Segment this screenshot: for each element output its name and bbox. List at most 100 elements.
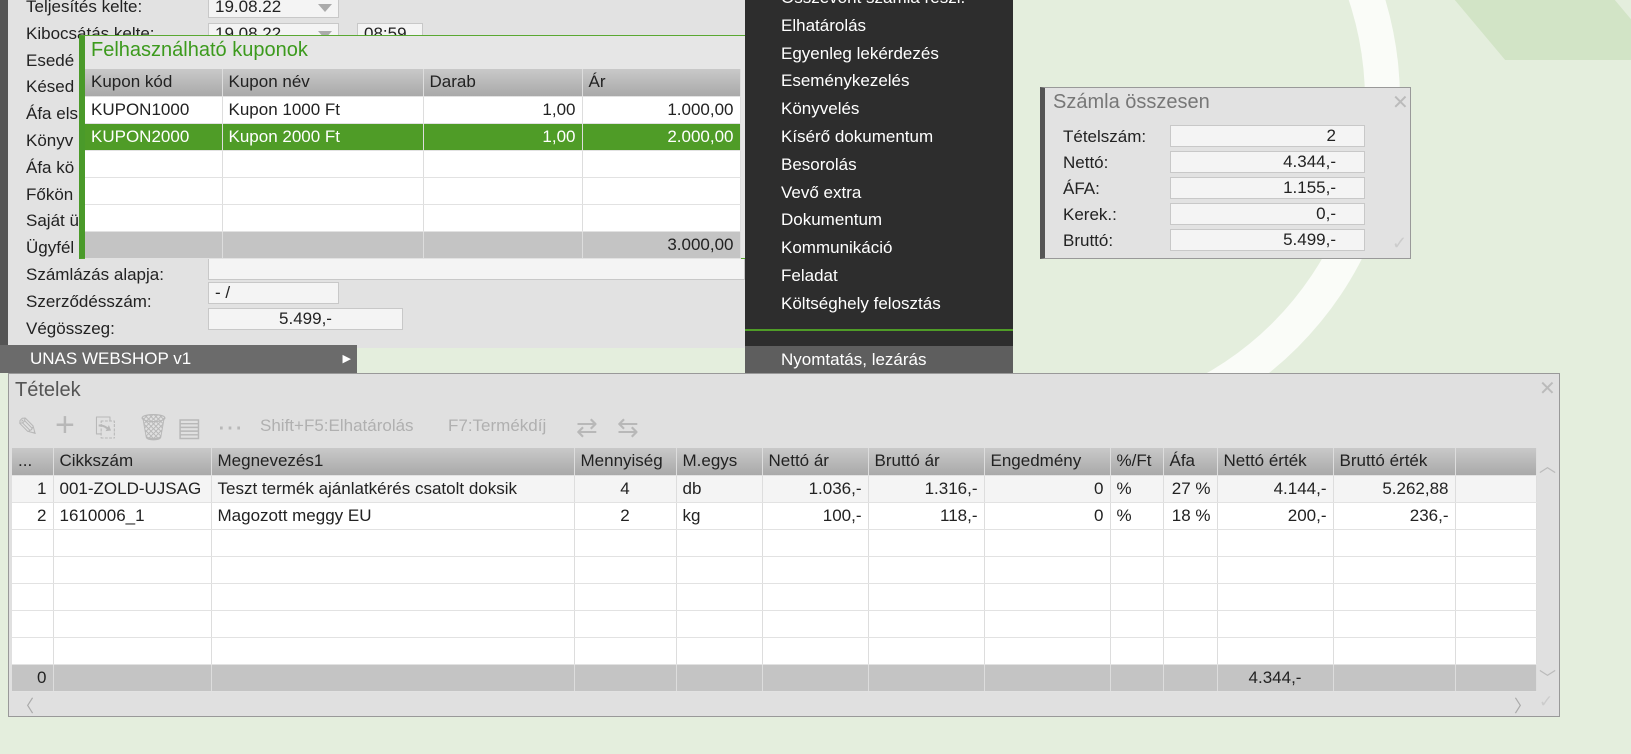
column-header[interactable]: Nettó ár: [762, 448, 869, 476]
szamlazas-alapja-field[interactable]: [208, 258, 745, 280]
table-cell: 18 %: [1163, 502, 1218, 530]
column-header[interactable]: M.egys: [676, 448, 763, 476]
table-cell: 27 %: [1163, 475, 1218, 503]
column-header[interactable]: Áfa: [1163, 448, 1218, 476]
column-header[interactable]: Engedmény: [984, 448, 1111, 476]
empty-row: [12, 583, 1537, 611]
menu-item[interactable]: Kísérő dokumentum: [745, 123, 1013, 150]
column-header[interactable]: Ár: [582, 69, 741, 97]
table-row[interactable]: 1 001-ZOLD-UJSAG Teszt termék ajánlatkérés…: [12, 475, 1537, 503]
table-cell: 1.316,-: [868, 475, 985, 503]
form-label: Szerződésszám:: [26, 291, 152, 311]
copy-icon[interactable]: ⎘: [95, 412, 116, 442]
check-icon: ✓: [1392, 233, 1408, 253]
menu-item[interactable]: Kommunikáció: [745, 234, 1013, 261]
teljesites-date-field[interactable]: 19.08.22: [208, 0, 339, 18]
dialog-title: Felhasználható kuponok: [91, 39, 308, 61]
menu-divider: [745, 329, 1013, 331]
menu-item[interactable]: Elhatárolás: [745, 12, 1013, 39]
add-icon[interactable]: +: [55, 408, 75, 442]
menu-item[interactable]: Eseménykezelés: [745, 67, 1013, 94]
table-cell: 2: [574, 502, 677, 530]
row-count: 0: [12, 664, 54, 692]
table-cell: 2: [12, 502, 54, 530]
column-header[interactable]: Kupon név: [222, 69, 424, 97]
form-label: Áfa els: [26, 104, 78, 124]
form-label: Ügyfél: [26, 238, 75, 258]
table-cell: 1,00: [423, 96, 583, 124]
move-up-icon[interactable]: ⇆: [617, 412, 639, 442]
table-cell: KUPON1000: [85, 96, 223, 124]
table-cell: kg: [676, 502, 763, 530]
column-header[interactable]: Megnevezés1: [211, 448, 575, 476]
table-cell: %: [1110, 502, 1164, 530]
chevron-down-icon[interactable]: [318, 4, 332, 12]
menu-item[interactable]: Könyvelés: [745, 95, 1013, 122]
delete-icon[interactable]: 🗑: [137, 412, 170, 442]
column-header[interactable]: Nettó érték: [1217, 448, 1334, 476]
scroll-down-icon[interactable]: ﹀: [1539, 664, 1556, 689]
close-icon[interactable]: ✕: [1392, 90, 1409, 115]
menu-item[interactable]: Nyomtatás, lezárás: [745, 346, 1013, 373]
more-icon[interactable]: ⋯: [217, 412, 243, 442]
summary-value: 0,-: [1170, 203, 1365, 225]
vegosszeg-field: 5.499,-: [208, 308, 403, 330]
footer-row: 0 4.344,-: [12, 664, 1537, 692]
menu-item[interactable]: Költséghely felosztás: [745, 290, 1013, 317]
move-down-icon[interactable]: ⇄: [576, 412, 598, 442]
menu-item[interactable]: Feladat: [745, 262, 1013, 289]
form-label: Áfa kö: [26, 157, 75, 177]
summary-value: 2: [1170, 125, 1365, 147]
column-header[interactable]: Bruttó érték: [1333, 448, 1456, 476]
form-label: Könyv: [26, 131, 74, 150]
summary-label: Kerek.:: [1063, 205, 1117, 224]
webshop-menu-item[interactable]: UNAS WEBSHOP v1 ▶: [0, 345, 357, 373]
menu-item[interactable]: Vevő extra: [745, 179, 1013, 206]
coupon-row[interactable]: KUPON1000 Kupon 1000 Ft 1,00 1.000,00: [85, 96, 741, 124]
summary-value: 4.344,-: [1170, 151, 1365, 173]
summary-label: Tételszám:: [1063, 127, 1147, 146]
menu-item[interactable]: Egyenleg lekérdezés: [745, 40, 1013, 67]
comment-icon[interactable]: ▤: [177, 412, 202, 442]
scroll-left-icon[interactable]: 〈: [17, 692, 34, 717]
table-cell: 001-ZOLD-UJSAG: [53, 475, 212, 503]
table-row[interactable]: 2 1610006_1 Magozott meggy EU 2 kg 100,- 118,-…: [12, 502, 1537, 530]
table-cell: 1.036,-: [762, 475, 869, 503]
coupon-row[interactable]: KUPON2000 Kupon 2000 Ft 1,00 2.000,00: [85, 123, 741, 151]
summary-label: ÁFA:: [1063, 179, 1100, 198]
column-header[interactable]: Darab: [423, 69, 583, 97]
column-header[interactable]: ...: [12, 448, 54, 476]
background-stripe: [1454, 0, 1631, 60]
scroll-up-icon[interactable]: ︿: [1539, 452, 1556, 477]
szerzodesszam-field[interactable]: - /: [208, 282, 339, 304]
table-cell: 200,-: [1217, 502, 1334, 530]
column-header[interactable]: Cikkszám: [53, 448, 212, 476]
menu-item[interactable]: Összevont számla részl.: [745, 0, 1013, 11]
close-icon[interactable]: ✕: [1539, 376, 1556, 401]
table-cell: 0: [984, 475, 1111, 503]
empty-row: [12, 529, 1537, 557]
table-header: ... Cikkszám Megnevezés1 Mennyiség M.egys Net…: [12, 448, 1537, 476]
column-header[interactable]: %/Ft: [1110, 448, 1164, 476]
termekdij-button[interactable]: F7:Termékdíj: [448, 416, 546, 436]
empty-row: [85, 150, 741, 178]
column-header[interactable]: Bruttó ár: [868, 448, 985, 476]
edit-icon[interactable]: ✎: [17, 412, 39, 442]
table-cell: 4.144,-: [1217, 475, 1334, 503]
menu-item[interactable]: Dokumentum: [745, 206, 1013, 233]
elhatarolas-button[interactable]: Shift+F5:Elhatárolás: [260, 416, 414, 436]
column-header[interactable]: Mennyiség: [574, 448, 677, 476]
empty-row: [12, 637, 1537, 665]
column-header[interactable]: Kupon kód: [85, 69, 223, 97]
table-cell: Teszt termék ajánlatkérés csatolt doksik: [211, 475, 575, 503]
table-cell: Kupon 2000 Ft: [222, 123, 424, 151]
table-cell: Magozott meggy EU: [211, 502, 575, 530]
total-row: 3.000,00: [85, 231, 741, 259]
coupons-dialog: Felhasználható kuponok ✕ Kupon kódKupon …: [79, 35, 767, 259]
table-cell: 118,-: [868, 502, 985, 530]
summary-label: Nettó:: [1063, 153, 1109, 172]
table-cell: 1,00: [423, 123, 583, 151]
menu-item[interactable]: Besorolás: [745, 151, 1013, 178]
scroll-right-icon[interactable]: 〉: [1514, 692, 1531, 717]
summary-title: Számla összesen: [1053, 91, 1210, 113]
